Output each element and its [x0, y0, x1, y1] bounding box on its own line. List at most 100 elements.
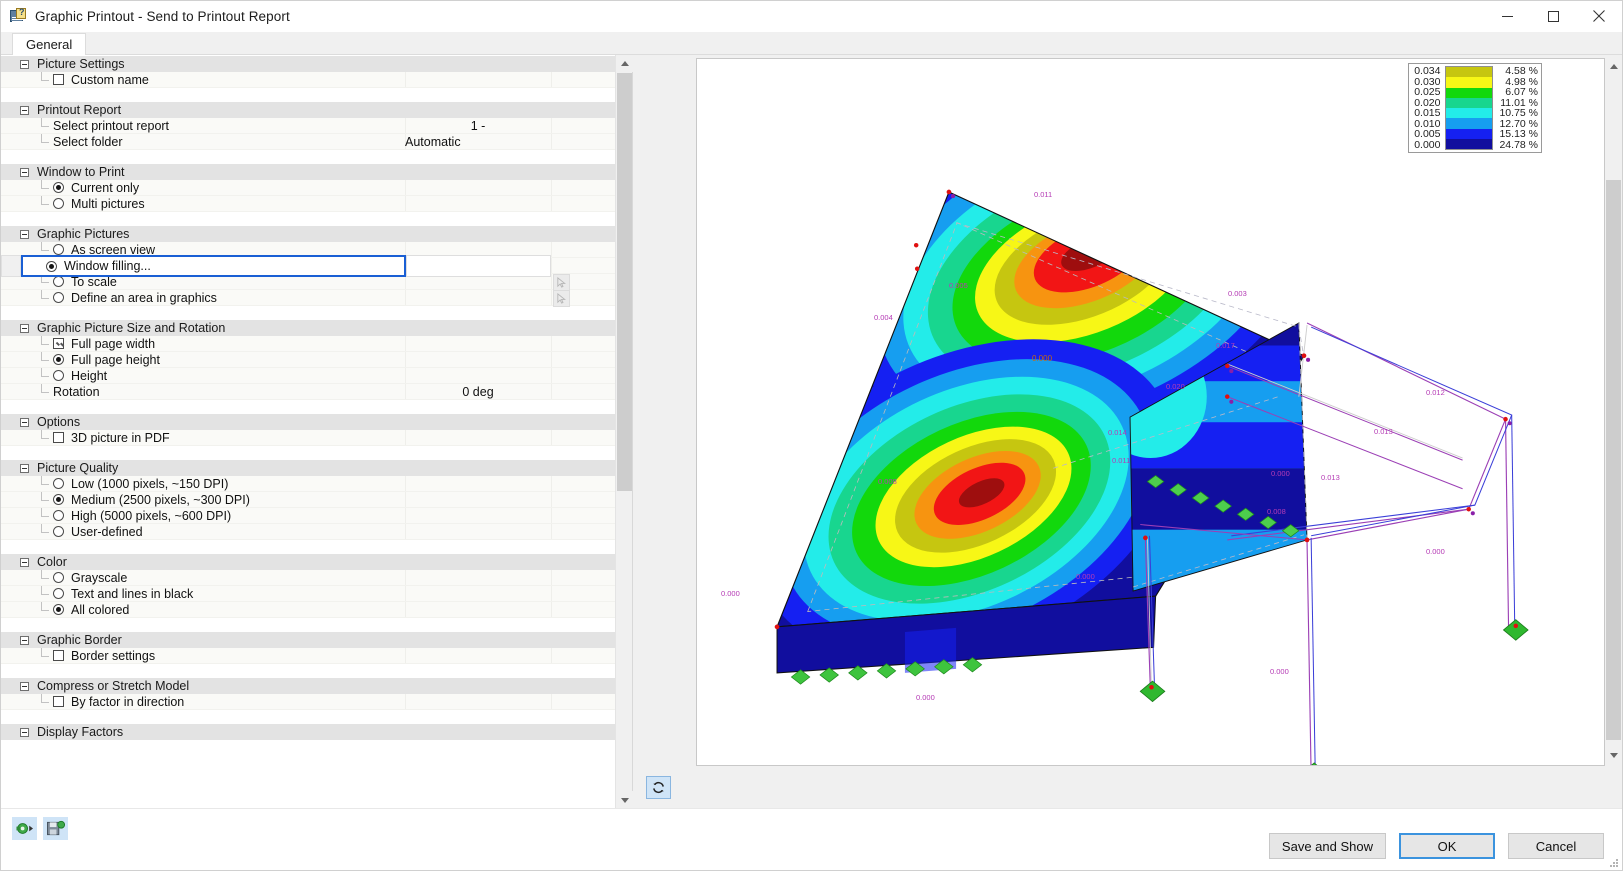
checkbox-3d-picture-in-pdf[interactable] — [53, 432, 64, 443]
group-header-compress-or-stretch-model[interactable]: Compress or Stretch Model — [1, 677, 615, 694]
action-cell[interactable] — [551, 508, 615, 523]
viewport-scroll-up-icon[interactable] — [1605, 58, 1622, 75]
action-cell[interactable] — [551, 384, 615, 399]
setting-row-grayscale[interactable]: Grayscale — [1, 570, 615, 586]
pick-in-graphics-icon[interactable] — [553, 274, 570, 291]
setting-row-custom-name[interactable]: Custom name — [1, 72, 615, 88]
value-cell[interactable] — [405, 196, 551, 211]
collapse-icon[interactable] — [20, 105, 29, 115]
collapse-icon[interactable] — [20, 557, 29, 567]
action-cell[interactable] — [551, 72, 615, 87]
radio-current-only[interactable] — [53, 182, 64, 193]
radio-medium-2500-pixels-300-dpi[interactable] — [53, 494, 64, 505]
collapse-icon[interactable] — [20, 229, 29, 239]
settings-scroll-thumb[interactable] — [617, 73, 632, 491]
collapse-icon[interactable] — [20, 681, 29, 691]
setting-row-text-and-lines-in-black[interactable]: Text and lines in black — [1, 586, 615, 602]
setting-row-multi-pictures[interactable]: Multi pictures — [1, 196, 615, 212]
settings-list[interactable]: Picture Settings Custom name Printout Repo… — [1, 55, 615, 808]
cancel-button[interactable]: Cancel — [1508, 833, 1604, 859]
radio-text-and-lines-in-black[interactable] — [53, 588, 64, 599]
group-header-options[interactable]: Options — [1, 413, 615, 430]
focused-option-window-filling[interactable]: Window filling... — [21, 255, 406, 277]
group-header-color[interactable]: Color — [1, 553, 615, 570]
value-cell[interactable] — [405, 72, 551, 87]
value-cell[interactable] — [405, 180, 551, 195]
viewport-scroll-down-icon[interactable] — [1605, 746, 1622, 763]
collapse-icon[interactable] — [20, 727, 29, 737]
value-cell[interactable] — [405, 336, 551, 351]
radio-as-screen-view[interactable] — [53, 244, 64, 255]
viewport-scroll-thumb[interactable] — [1606, 180, 1621, 740]
checkbox-border-settings[interactable] — [53, 650, 64, 661]
value-cell[interactable] — [405, 430, 551, 445]
collapse-icon[interactable] — [20, 167, 29, 177]
action-cell[interactable] — [551, 602, 615, 617]
value-cell[interactable] — [405, 602, 551, 617]
action-cell[interactable] — [551, 586, 615, 601]
collapse-icon[interactable] — [20, 417, 29, 427]
save-and-show-button[interactable]: Save and Show — [1268, 833, 1386, 859]
group-header-window-to-print[interactable]: Window to Print — [1, 163, 615, 180]
value-cell[interactable] — [405, 476, 551, 491]
value-cell[interactable] — [405, 694, 551, 709]
action-cell[interactable] — [551, 258, 615, 273]
group-header-graphic-border[interactable]: Graphic Border — [1, 631, 615, 648]
radio-high-5000-pixels-600-dpi[interactable] — [53, 510, 64, 521]
setting-row-all-colored[interactable]: All colored — [1, 602, 615, 618]
maximize-button[interactable] — [1530, 1, 1576, 32]
collapse-icon[interactable] — [20, 59, 29, 69]
group-header-display-factors[interactable]: Display Factors — [1, 723, 615, 740]
radio-full-page-height[interactable] — [53, 354, 64, 365]
setting-row-low-1000-pixels-150-dpi[interactable]: Low (1000 pixels, ~150 DPI) — [1, 476, 615, 492]
setting-row-border-settings[interactable]: Border settings — [1, 648, 615, 664]
refresh-icon[interactable] — [646, 775, 671, 799]
setting-row-select-printout-report[interactable]: Select printout report 1 - — [1, 118, 615, 134]
setting-row-rotation[interactable]: Rotation 0 deg — [1, 384, 615, 400]
action-cell[interactable] — [551, 180, 615, 195]
setting-row-define-an-area-in-graphics[interactable]: Define an area in graphics — [1, 290, 615, 307]
group-header-printout-report[interactable]: Printout Report — [1, 101, 615, 118]
setting-row-select-folder[interactable]: Select folder Automatic — [1, 134, 615, 150]
setting-row-medium-2500-pixels-300-dpi[interactable]: Medium (2500 pixels, ~300 DPI) — [1, 492, 615, 508]
value-cell[interactable] — [405, 570, 551, 585]
group-header-picture-settings[interactable]: Picture Settings — [1, 55, 615, 72]
collapse-icon[interactable] — [20, 635, 29, 645]
action-cell[interactable] — [551, 368, 615, 383]
setting-value[interactable]: 1 - — [405, 119, 551, 133]
action-cell[interactable] — [551, 118, 615, 133]
close-button[interactable] — [1576, 1, 1622, 32]
radio-define-an-area-in-graphics[interactable] — [53, 292, 64, 303]
radio-low-1000-pixels-150-dpi[interactable] — [53, 478, 64, 489]
model-canvas[interactable]: 0.011 0.005 0.004 0.000 0.003 0.017 0.020 0.014… — [696, 58, 1605, 766]
group-header-graphic-pictures[interactable]: Graphic Pictures — [1, 225, 615, 242]
pick-in-graphics-icon[interactable] — [553, 290, 570, 307]
scroll-up-icon[interactable] — [616, 55, 633, 72]
action-cell[interactable] — [551, 476, 615, 491]
viewport-scrollbar[interactable] — [1605, 58, 1622, 766]
setting-row-high-5000-pixels-600-dpi[interactable]: High (5000 pixels, ~600 DPI) — [1, 508, 615, 524]
value-cell[interactable] — [405, 352, 551, 367]
setting-value[interactable]: Automatic — [405, 135, 565, 149]
checkbox-full-page-width[interactable] — [53, 338, 64, 349]
action-cell[interactable] — [551, 430, 615, 445]
value-cell[interactable] — [405, 524, 551, 539]
radio-all-colored[interactable] — [53, 604, 64, 615]
radio-height[interactable] — [53, 370, 64, 381]
checkbox-custom-name[interactable] — [53, 74, 64, 85]
setting-row-full-page-width[interactable]: Full page width — [1, 336, 615, 352]
setting-value[interactable]: 0 deg — [405, 385, 551, 399]
value-cell[interactable] — [405, 492, 551, 507]
setting-row-current-only[interactable]: Current only — [1, 180, 615, 196]
radio-grayscale[interactable] — [53, 572, 64, 583]
value-cell[interactable] — [405, 586, 551, 601]
setting-row-window-filling[interactable]: Window filling...Window filling... — [1, 255, 615, 277]
value-cell[interactable] — [405, 368, 551, 383]
checkbox-by-factor-in-direction[interactable] — [53, 696, 64, 707]
setting-row-user-defined[interactable]: User-defined — [1, 524, 615, 540]
tab-general[interactable]: General — [12, 33, 87, 55]
collapse-icon[interactable] — [20, 463, 29, 473]
focus-value-cell[interactable] — [406, 255, 551, 277]
setting-row-3d-picture-in-pdf[interactable]: 3D picture in PDF — [1, 430, 615, 446]
action-cell[interactable] — [551, 336, 615, 351]
